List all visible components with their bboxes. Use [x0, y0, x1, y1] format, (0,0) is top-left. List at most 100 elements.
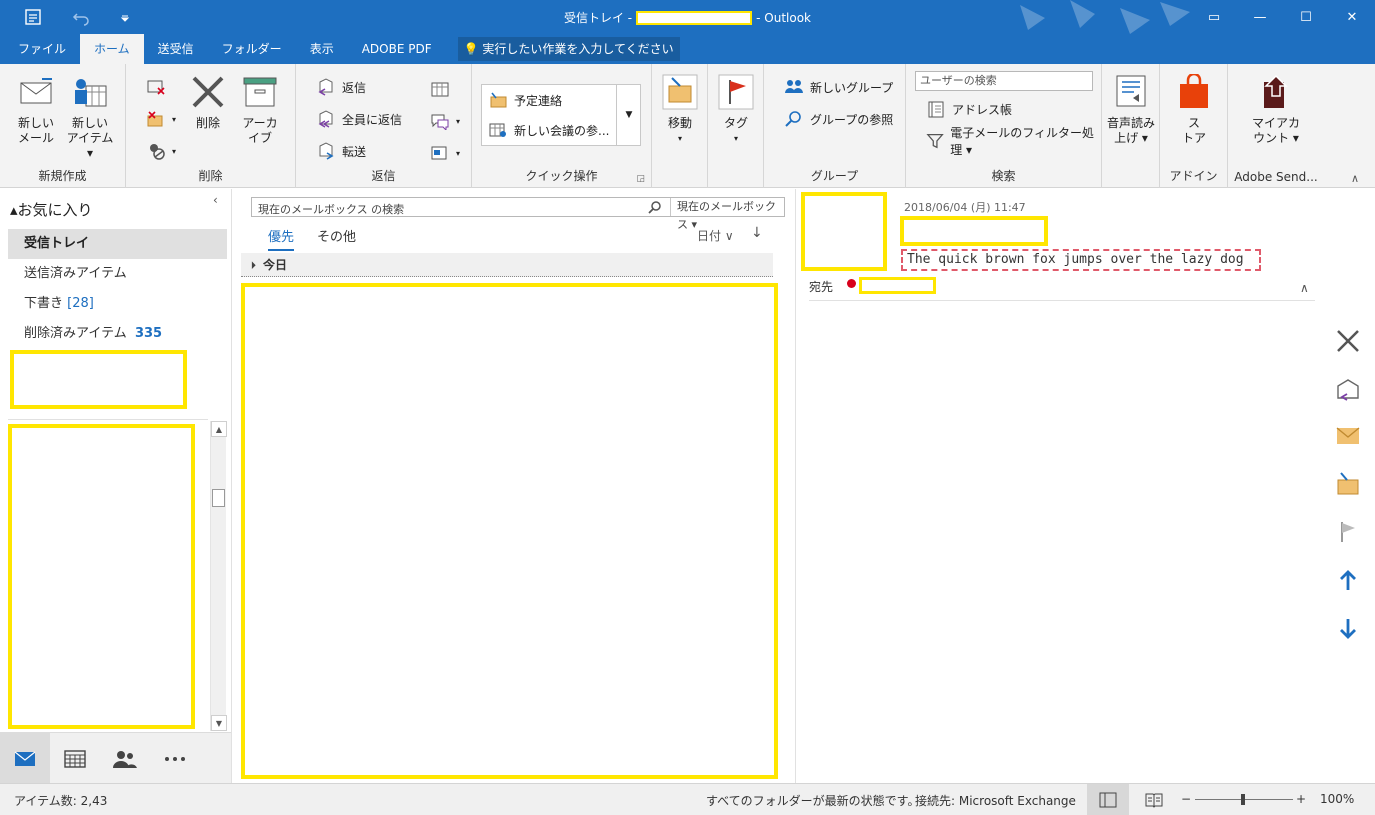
- more-respond-icon: [431, 146, 447, 160]
- search-icon[interactable]: [648, 200, 662, 214]
- collapse-header-icon[interactable]: ∧: [1300, 281, 1309, 295]
- previous-item-action[interactable]: [1333, 566, 1363, 596]
- item-count: アイテム数: 2,43: [14, 794, 108, 808]
- ribbon-display-options-button[interactable]: ▭: [1191, 0, 1237, 34]
- folder-scrollbar[interactable]: ▲ ▼: [210, 421, 227, 731]
- group-header-today[interactable]: 今日: [241, 253, 773, 277]
- reply-all-button[interactable]: 全員に返信: [316, 108, 402, 130]
- reply-action[interactable]: [1333, 376, 1363, 406]
- im-reply-button[interactable]: ▾: [430, 110, 460, 132]
- window-controls: ▭ — ☐ ✕: [1191, 0, 1375, 34]
- tab-adobe-pdf[interactable]: ADOBE PDF: [348, 34, 446, 64]
- clean-up-button[interactable]: ▾: [146, 108, 176, 130]
- normal-view-button[interactable]: [1087, 784, 1129, 815]
- search-scope-dropdown[interactable]: 現在のメールボックス ▾: [670, 198, 784, 231]
- tab-folder[interactable]: フォルダー: [208, 34, 296, 64]
- reply-button[interactable]: 返信: [316, 76, 366, 98]
- sort-direction-icon[interactable]: ↓: [751, 225, 763, 241]
- nav-people[interactable]: [100, 733, 150, 784]
- folder-sent-items[interactable]: 送信済みアイテム: [8, 259, 227, 289]
- minimize-folder-pane-icon[interactable]: ‹: [213, 193, 218, 207]
- more-respond-button[interactable]: ▾: [430, 142, 460, 164]
- zoom-level[interactable]: 100%: [1320, 792, 1354, 806]
- nav-more[interactable]: [150, 733, 200, 784]
- ribbon-tabs: ファイル ホーム 送受信 フォルダー 表示 ADOBE PDF 💡 実行したい作…: [0, 34, 1375, 64]
- quick-step-2[interactable]: 新しい会議の参...: [488, 119, 609, 141]
- tab-send-receive[interactable]: 送受信: [144, 34, 208, 64]
- tags-button[interactable]: タグ ▾: [718, 74, 754, 146]
- quick-steps-launcher-icon[interactable]: ◲: [636, 174, 645, 184]
- quick-step-1[interactable]: 予定連絡: [488, 89, 562, 111]
- new-mail-button[interactable]: 新しい メール: [12, 74, 60, 146]
- reading-view-button[interactable]: [1133, 784, 1175, 815]
- read-aloud-icon: [1116, 75, 1146, 107]
- move-folder-icon: [1337, 472, 1359, 495]
- message-subject: The quick brown fox jumps over the lazy …: [901, 249, 1261, 271]
- read-aloud-button[interactable]: 音声読み 上げ ▾: [1106, 74, 1156, 146]
- folder-inbox[interactable]: 受信トレイ: [8, 229, 227, 259]
- store-button[interactable]: ス トア: [1174, 72, 1214, 146]
- collapse-ribbon-icon[interactable]: ∧: [1351, 172, 1359, 185]
- tab-file[interactable]: ファイル: [4, 34, 80, 64]
- zoom-slider[interactable]: [1195, 794, 1293, 805]
- reading-pane: 2018/06/04 (月) 11:47 The quick brown fox…: [797, 189, 1375, 783]
- zoom-slider-knob[interactable]: [1241, 794, 1245, 805]
- folder-deleted-items[interactable]: 削除済みアイテム 335: [8, 319, 227, 349]
- nav-calendar[interactable]: [50, 733, 100, 784]
- forward-button[interactable]: 転送: [316, 140, 366, 162]
- mailbox-search-box[interactable]: 現在のメールボックス の検索 現在のメールボックス ▾: [251, 197, 785, 231]
- scroll-up-icon[interactable]: ▲: [211, 421, 227, 437]
- tab-view[interactable]: 表示: [296, 34, 348, 64]
- group-label-quick-steps: クイック操作: [525, 169, 598, 183]
- tab-other[interactable]: その他: [317, 226, 356, 245]
- folder-drafts[interactable]: 下書き [28]: [8, 289, 227, 319]
- archive-button[interactable]: アーカ イブ: [238, 74, 282, 146]
- scroll-down-icon[interactable]: ▼: [211, 715, 227, 731]
- new-group-button[interactable]: 新しいグループ: [784, 76, 893, 98]
- tab-focused[interactable]: 優先: [268, 226, 295, 251]
- flag-icon: [718, 74, 754, 110]
- group-label-adobe-send: Adobe Send...: [1234, 170, 1318, 184]
- junk-button[interactable]: ▾: [146, 140, 176, 162]
- group-respond: 返信 全員に返信 転送 ▾ ▾ 返信: [296, 64, 472, 188]
- move-action[interactable]: [1333, 469, 1363, 499]
- redacted-mailbox-tree: [8, 424, 195, 729]
- arrow-up-icon: [1340, 570, 1356, 590]
- close-button[interactable]: ✕: [1329, 0, 1375, 34]
- my-account-button[interactable]: マイアカ ウント ▾: [1248, 74, 1304, 146]
- flag-action[interactable]: [1333, 517, 1363, 547]
- zoom-out-button[interactable]: −: [1181, 792, 1191, 806]
- quick-steps-more-button[interactable]: ▼: [616, 85, 641, 145]
- favorites-header[interactable]: ▴お気に入り: [10, 199, 93, 220]
- search-placeholder: 現在のメールボックス の検索: [258, 203, 405, 216]
- meeting-reply-button[interactable]: [430, 78, 450, 100]
- presence-indicator: [847, 279, 856, 288]
- ribbon: 新しい メール 新しい アイテム ▾ 新規作成 ▾ ▾ 削除 アーカ イブ 削除: [0, 64, 1375, 188]
- group-label-delete: 削除: [198, 169, 223, 183]
- normal-view-icon: [1099, 792, 1117, 807]
- filter-icon: [926, 133, 944, 149]
- minimize-button[interactable]: —: [1237, 0, 1283, 34]
- browse-groups-button[interactable]: グループの参照: [784, 108, 893, 130]
- next-item-action[interactable]: [1333, 613, 1363, 643]
- envelope-icon: [1336, 427, 1360, 444]
- tab-home[interactable]: ホーム: [80, 34, 144, 64]
- filter-email-button[interactable]: 電子メールのフィルター処理 ▾: [926, 126, 1101, 157]
- nav-mail[interactable]: [0, 733, 50, 784]
- tell-me-box[interactable]: 💡 実行したい作業を入力してください: [457, 37, 680, 61]
- delete-button[interactable]: 削除: [186, 74, 230, 131]
- browse-groups-icon: [785, 111, 801, 127]
- scroll-thumb[interactable]: [212, 489, 225, 507]
- new-items-button[interactable]: 新しい アイテム ▾: [62, 74, 118, 161]
- zoom-in-button[interactable]: +: [1296, 792, 1306, 806]
- maximize-button[interactable]: ☐: [1283, 0, 1329, 34]
- mark-read-action[interactable]: [1333, 421, 1363, 451]
- delete-action[interactable]: [1333, 326, 1363, 356]
- group-groups: 新しいグループ グループの参照 グループ: [764, 64, 906, 188]
- sort-by-dropdown[interactable]: 日付 ∨: [697, 227, 734, 244]
- address-book-button[interactable]: アドレス帳: [926, 98, 1012, 120]
- ignore-button[interactable]: [146, 76, 166, 98]
- sync-status: すべてのフォルダーが最新の状態です。: [706, 794, 920, 808]
- search-people-input[interactable]: ユーザーの検索: [915, 71, 1093, 91]
- move-button[interactable]: 移動 ▾: [662, 74, 698, 146]
